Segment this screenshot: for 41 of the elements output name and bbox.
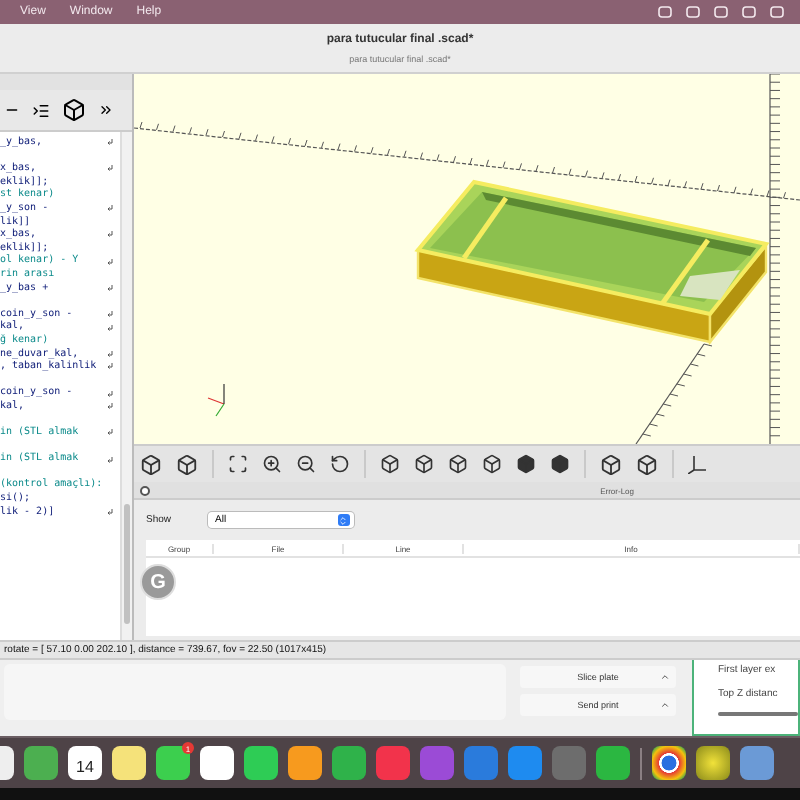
calendar-icon[interactable]: 14	[68, 746, 102, 780]
cube-icon[interactable]	[380, 454, 400, 474]
wrap-icon	[106, 389, 114, 398]
wrap-icon	[106, 323, 114, 332]
wrap-icon	[106, 402, 114, 411]
caret-up-icon[interactable]	[660, 672, 670, 682]
cube-icon[interactable]	[600, 453, 622, 475]
caret-up-icon[interactable]	[660, 700, 670, 710]
cube-icon[interactable]	[516, 454, 536, 474]
cube-icon[interactable]	[414, 454, 434, 474]
wrap-icon	[106, 310, 114, 319]
wrap-icon	[106, 230, 114, 239]
wrap-icon	[106, 164, 114, 173]
axes-icon[interactable]	[688, 454, 708, 474]
cube-icon[interactable]	[482, 454, 502, 474]
cube-icon[interactable]	[140, 453, 162, 475]
axes-indicator-icon	[207, 383, 225, 417]
wrap-icon	[106, 362, 114, 371]
wrap-icon	[106, 455, 114, 464]
cube-icon[interactable]	[636, 453, 658, 475]
wrap-icon	[106, 507, 114, 516]
scrollbar-thumb[interactable]	[124, 504, 130, 624]
zoom-in-icon[interactable]	[262, 454, 282, 474]
wrap-icon	[106, 138, 114, 147]
stepper-icon[interactable]	[337, 514, 350, 526]
cube-icon[interactable]	[448, 454, 468, 474]
wrap-icon	[106, 283, 114, 292]
calendar-day: 14	[76, 757, 94, 775]
close-icon[interactable]	[140, 485, 150, 495]
cube-icon[interactable]	[550, 454, 570, 474]
zoom-fit-icon[interactable]	[228, 454, 248, 474]
wrap-icon	[106, 257, 114, 266]
zoom-out-icon[interactable]	[296, 454, 316, 474]
reset-icon[interactable]	[330, 454, 350, 474]
cube-icon[interactable]	[62, 98, 86, 122]
wrap-icon	[106, 428, 114, 437]
cube-icon[interactable]	[176, 453, 198, 475]
indent-icon[interactable]	[32, 101, 50, 119]
wrap-icon	[106, 204, 114, 213]
wrap-icon	[106, 349, 114, 358]
chevrons-right-icon[interactable]	[98, 102, 114, 118]
